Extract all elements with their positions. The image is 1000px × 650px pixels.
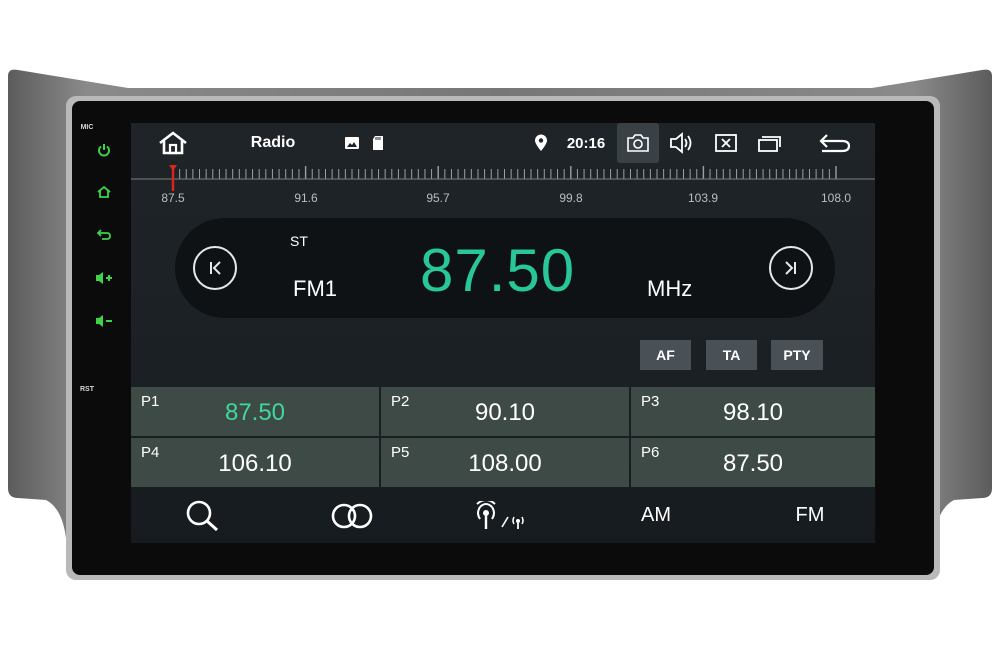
af-button[interactable]: AF <box>640 340 691 370</box>
signal-icon <box>476 500 524 529</box>
clock: 20:16 <box>566 134 606 152</box>
scale-label: 103.9 <box>687 191 719 205</box>
preset-p1[interactable]: P1 87.50 <box>131 387 379 436</box>
location-icon <box>530 123 552 163</box>
scale-label: 87.5 <box>161 191 185 205</box>
side-home-icon[interactable] <box>94 184 114 200</box>
preset-grid: P1 87.50 P2 90.10 P3 98.10 P4 106.10 P5 … <box>131 387 875 488</box>
fm-button[interactable]: FM <box>785 488 835 543</box>
radio-screen: Radio 20:16 87.5 91.6 95.7 99.8 103.9 10… <box>131 123 875 543</box>
preset-frequency: 98.10 <box>722 399 784 426</box>
preset-p4[interactable]: P4 106.10 <box>131 438 379 487</box>
preset-frequency: 108.00 <box>468 450 542 477</box>
volume-down-icon[interactable] <box>94 313 114 329</box>
stereo-indicator: ST <box>290 233 308 249</box>
scale-label: 91.6 <box>294 191 318 205</box>
power-icon[interactable] <box>94 142 114 158</box>
tuner-panel: ST FM1 87.50 MHz <box>175 218 835 318</box>
status-bar: Radio 20:16 <box>131 123 875 163</box>
ta-button[interactable]: TA <box>706 340 757 370</box>
preset-p3[interactable]: P3 98.10 <box>631 387 875 436</box>
volume-up-icon[interactable] <box>94 270 114 286</box>
tuning-needle-head <box>169 165 177 171</box>
signal-button[interactable] <box>471 488 531 543</box>
close-box-icon[interactable] <box>709 123 743 163</box>
next-icon <box>785 261 796 275</box>
app-title: Radio <box>250 134 296 151</box>
bottom-bar: AM FM <box>131 488 875 543</box>
volume-icon[interactable] <box>665 123 699 163</box>
back-icon[interactable] <box>813 123 857 163</box>
camera-icon[interactable] <box>617 123 659 163</box>
scale-label: 95.7 <box>426 191 450 205</box>
prev-icon <box>210 261 221 275</box>
band-label: FM1 <box>293 276 337 301</box>
scale-label: 99.8 <box>559 191 583 205</box>
frequency-display: 87.50 <box>420 237 576 304</box>
search-icon <box>186 500 219 531</box>
home-icon[interactable] <box>153 123 193 163</box>
scale-ticks <box>131 165 875 191</box>
am-button[interactable]: AM <box>631 488 681 543</box>
prev-button[interactable] <box>193 246 237 290</box>
windows-icon[interactable] <box>753 123 787 163</box>
mic-label: MIC <box>80 124 94 131</box>
search-button[interactable] <box>179 488 227 543</box>
side-back-icon[interactable] <box>94 226 114 242</box>
preset-frequency: 106.10 <box>218 450 292 477</box>
next-button[interactable] <box>769 246 813 290</box>
frequency-scale[interactable]: 87.5 91.6 95.7 99.8 103.9 108.0 <box>131 163 875 213</box>
image-icon <box>341 123 363 163</box>
preset-p6[interactable]: P6 87.50 <box>631 438 875 487</box>
stereo-button[interactable] <box>327 488 377 543</box>
preset-frequency: 90.10 <box>474 399 536 426</box>
sd-card-icon <box>367 123 389 163</box>
pty-button[interactable]: PTY <box>771 340 823 370</box>
preset-frequency: 87.50 <box>722 450 784 477</box>
rst-label: RST <box>80 386 94 393</box>
preset-p5[interactable]: P5 108.00 <box>381 438 629 487</box>
stereo-icon <box>331 503 373 528</box>
preset-frequency: 87.50 <box>224 399 286 426</box>
frequency-unit: MHz <box>647 276 693 301</box>
scale-label: 108.0 <box>820 191 852 205</box>
preset-p2[interactable]: P2 90.10 <box>381 387 629 436</box>
